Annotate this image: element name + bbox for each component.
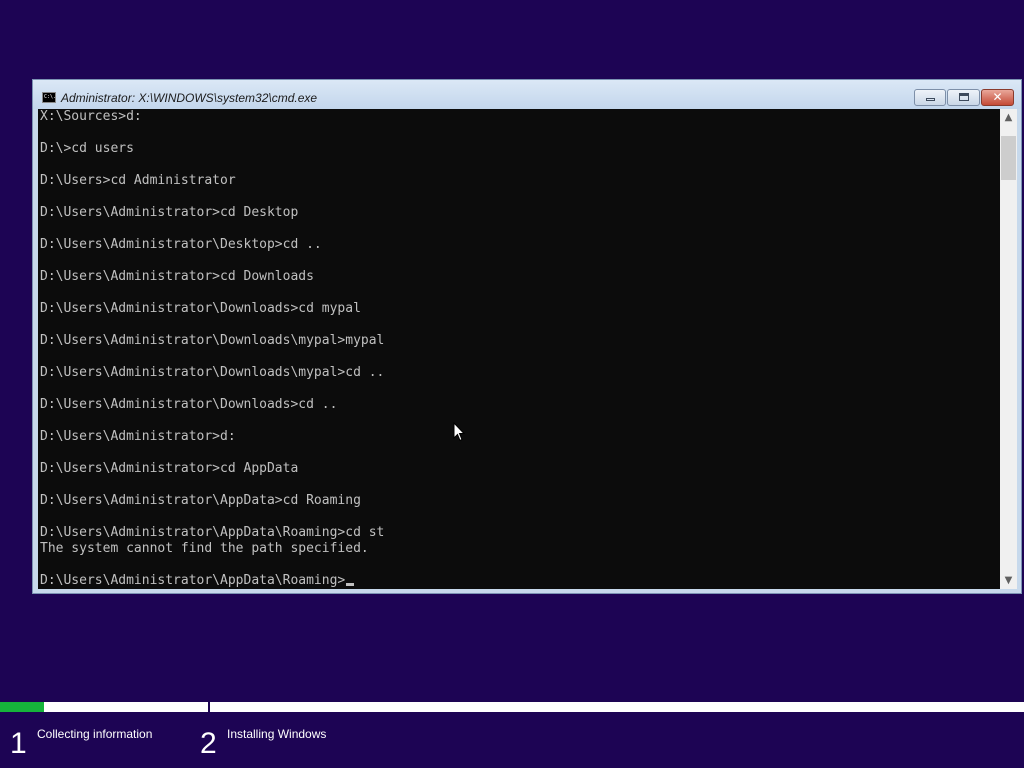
close-icon: ✕ <box>992 90 1003 104</box>
close-button[interactable]: ✕ <box>981 89 1014 106</box>
step-label-collecting-information: Collecting information <box>37 727 153 741</box>
step-number: 2 <box>200 727 217 760</box>
scrollbar-thumb[interactable] <box>1001 136 1016 180</box>
console-line: D:\>cd users <box>40 141 134 156</box>
console-line: D:\Users\Administrator\Downloads\mypal>c… <box>40 365 385 380</box>
setup-desktop: C:\. Administrator: X:\WINDOWS\system32\… <box>0 0 1024 768</box>
setup-progress-bar <box>0 702 1024 712</box>
maximize-icon <box>959 93 969 101</box>
console-line: X:\Sources>d: <box>40 109 142 124</box>
progress-segment-collecting <box>0 702 208 712</box>
step-label-installing-windows: Installing Windows <box>227 727 327 741</box>
console-lines: X:\Sources>d: D:\>cd users D:\Users>cd A… <box>40 109 384 589</box>
text-cursor <box>346 583 355 586</box>
cmd-window[interactable]: C:\. Administrator: X:\WINDOWS\system32\… <box>32 79 1022 594</box>
console-line: D:\Users\Administrator\Downloads>cd mypa… <box>40 301 361 316</box>
console-line: D:\Users>cd Administrator <box>40 173 236 188</box>
command-prompt-icon: C:\. <box>42 92 56 103</box>
mouse-pointer-icon <box>453 422 465 442</box>
step-number: 1 <box>10 727 27 760</box>
console-line: D:\Users\Administrator\AppData>cd Roamin… <box>40 493 361 508</box>
console-line: D:\Users\Administrator\Downloads\mypal>m… <box>40 333 385 348</box>
console-line: D:\Users\Administrator\Downloads>cd .. <box>40 397 338 412</box>
vertical-scrollbar[interactable]: ▲ ▼ <box>1000 109 1017 589</box>
command-prompt-icon-label: C:\. <box>44 94 57 100</box>
scroll-up-icon[interactable]: ▲ <box>1000 109 1017 126</box>
minimize-icon <box>926 98 935 101</box>
prompt-line[interactable]: D:\Users\Administrator\AppData\Roaming> <box>40 573 384 589</box>
console-line: The system cannot find the path specifie… <box>40 541 369 556</box>
minimize-button[interactable] <box>914 89 946 106</box>
progress-segment-installing <box>210 702 1024 712</box>
console-line: D:\Users\Administrator\AppData\Roaming>c… <box>40 525 385 540</box>
console-line: D:\Users\Administrator>cd Downloads <box>40 269 314 284</box>
progress-fill <box>0 702 44 712</box>
title-bar[interactable]: C:\. Administrator: X:\WINDOWS\system32\… <box>33 80 1021 109</box>
console-line: D:\Users\Administrator>d: <box>40 429 236 444</box>
window-title: Administrator: X:\WINDOWS\system32\cmd.e… <box>61 91 318 105</box>
scroll-down-icon[interactable]: ▼ <box>1000 572 1017 589</box>
console-line: D:\Users\Administrator\Desktop>cd .. <box>40 237 322 252</box>
console-line: D:\Users\Administrator>cd Desktop <box>40 205 299 220</box>
console-line: D:\Users\Administrator>cd AppData <box>40 461 299 476</box>
maximize-button[interactable] <box>947 89 980 106</box>
prompt-text: D:\Users\Administrator\AppData\Roaming> <box>40 573 346 588</box>
console-output[interactable]: X:\Sources>d: D:\>cd users D:\Users>cd A… <box>38 109 1000 589</box>
